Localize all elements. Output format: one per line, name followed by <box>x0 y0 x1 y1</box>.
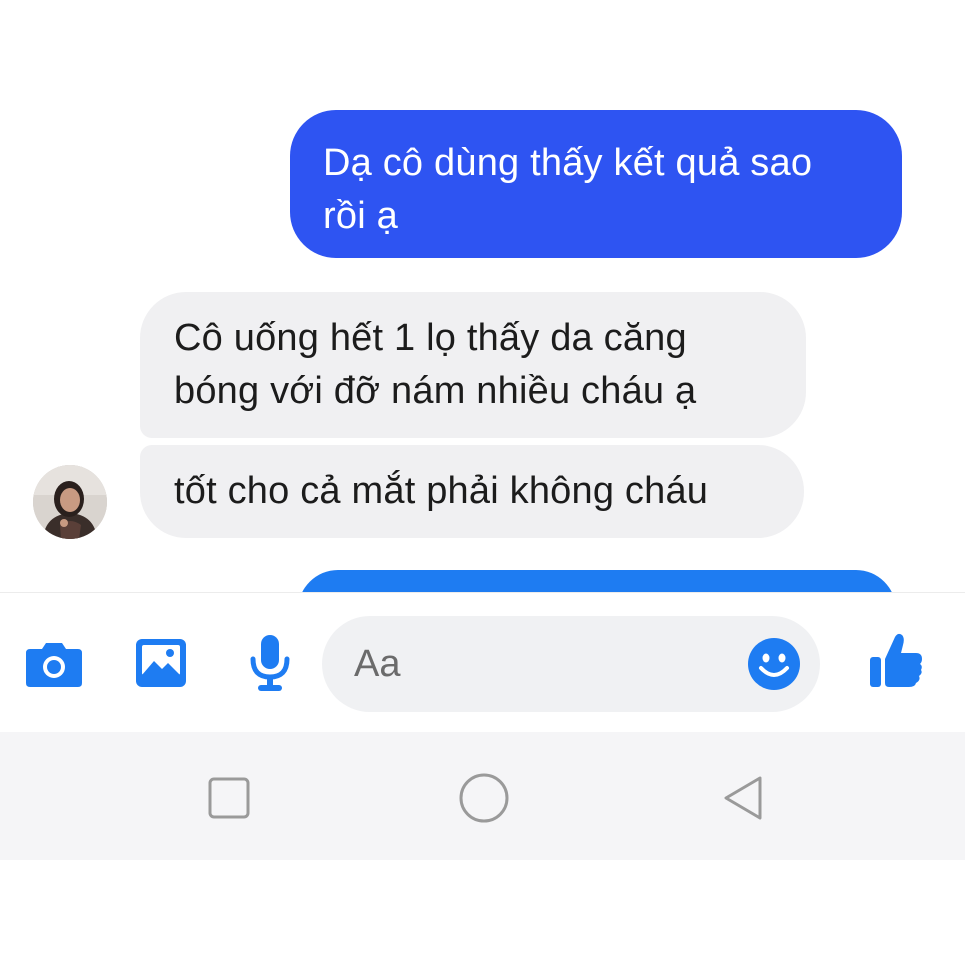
message-text-line: Dạ cô dùng thấy kết quả sao <box>323 142 813 184</box>
contact-avatar[interactable] <box>33 465 107 539</box>
system-navigation-bar <box>0 732 965 860</box>
message-input[interactable]: Aa <box>322 616 820 712</box>
sent-message-bubble-partial[interactable] <box>298 570 896 592</box>
message-text-line: bóng với đỡ nám nhiều cháu ạ <box>174 370 697 412</box>
sent-message-bubble[interactable]: Dạ cô dùng thấy kết quả sao rồi ạ <box>290 110 902 258</box>
microphone-icon[interactable] <box>248 633 292 698</box>
message-text-line: tốt cho cả mắt phải không cháu <box>174 470 709 512</box>
recent-apps-icon[interactable] <box>208 777 250 824</box>
back-icon[interactable] <box>720 774 766 827</box>
emoji-icon[interactable] <box>746 636 802 697</box>
message-text-line: rồi ạ <box>323 195 398 237</box>
home-icon[interactable] <box>458 772 510 829</box>
received-message-bubble[interactable]: tốt cho cả mắt phải không cháu <box>140 445 804 538</box>
message-input-placeholder: Aa <box>354 643 401 685</box>
thumbs-up-icon[interactable] <box>868 631 924 694</box>
received-message-bubble[interactable]: Cô uống hết 1 lọ thấy da căng bóng với đ… <box>140 292 806 438</box>
message-text-line: Cô uống hết 1 lọ thấy da căng <box>174 317 687 359</box>
camera-icon[interactable] <box>24 641 84 692</box>
avatar-photo <box>33 465 107 539</box>
conversation-thread: Dạ cô dùng thấy kết quả sao rồi ạ Cô uốn… <box>0 0 965 592</box>
gallery-icon[interactable] <box>134 637 188 694</box>
message-composer: Aa <box>0 592 965 733</box>
